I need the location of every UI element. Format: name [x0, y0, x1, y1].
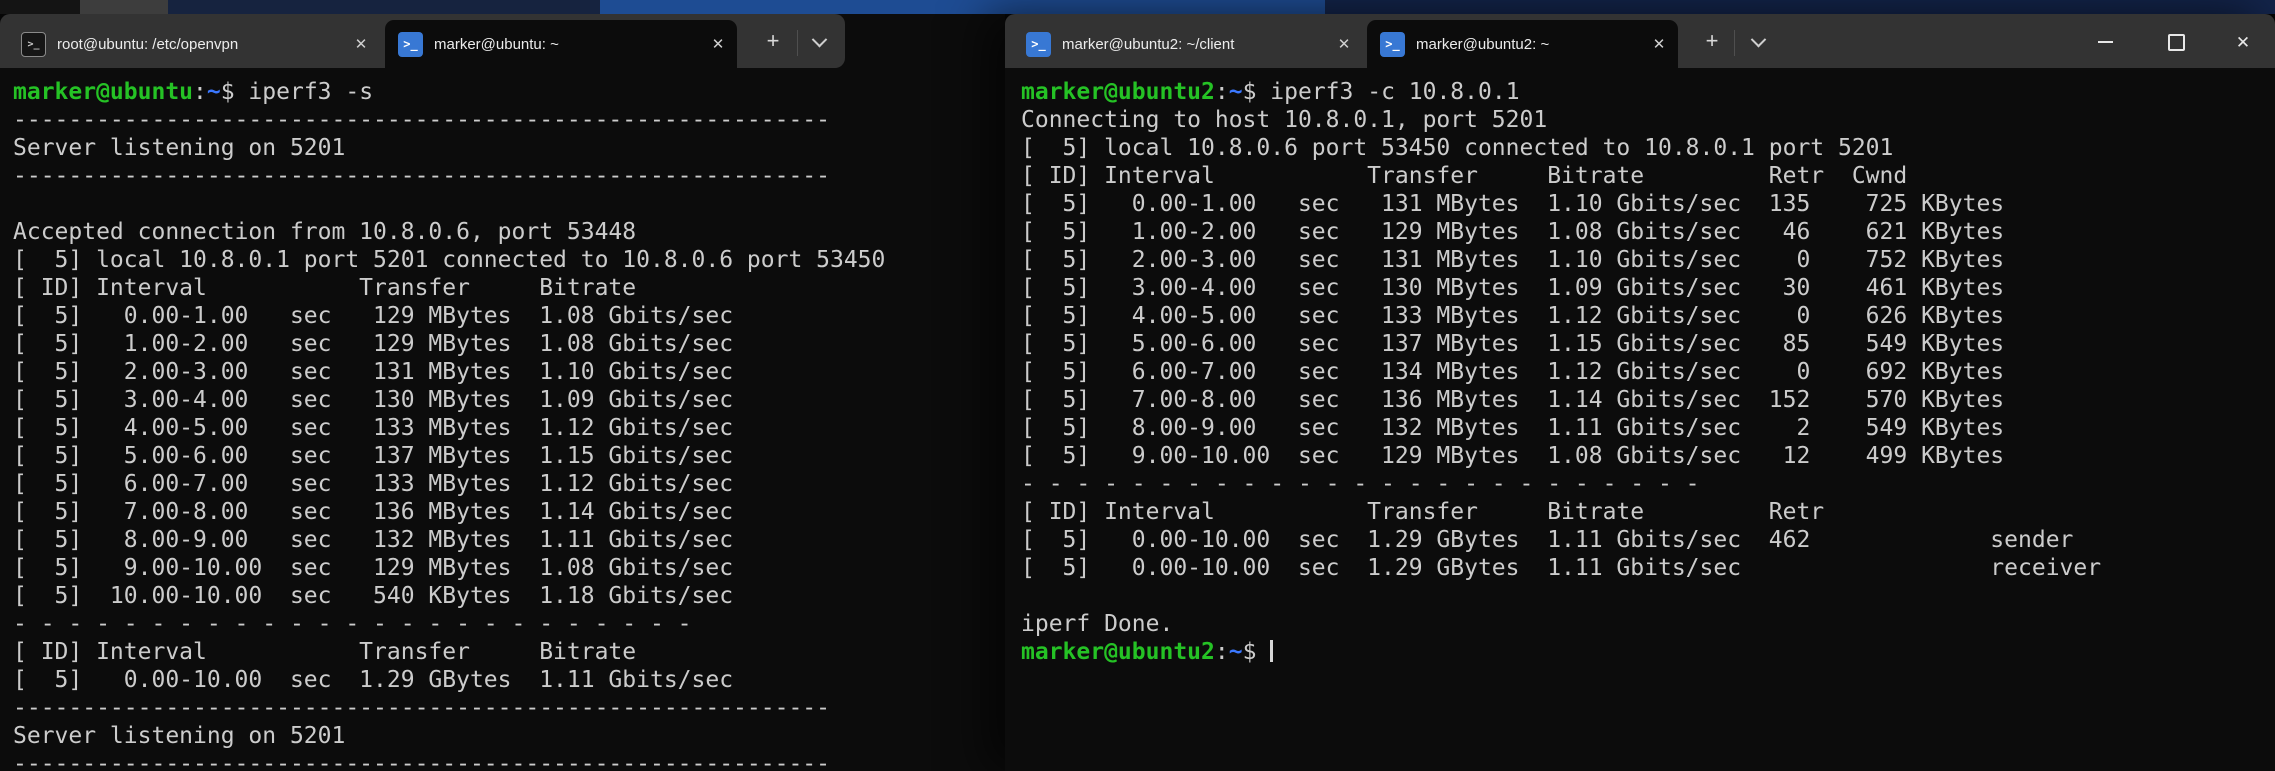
tab-dropdown-button[interactable]: [1741, 26, 1775, 58]
terminal-line: [ 5] 2.00-3.00 sec 131 MBytes 1.10 Gbits…: [1021, 246, 2275, 274]
terminal-line: [ 5] 5.00-6.00 sec 137 MBytes 1.15 Gbits…: [13, 442, 1005, 470]
terminal-line: [ 5] 8.00-9.00 sec 132 MBytes 1.11 Gbits…: [1021, 414, 2275, 442]
tab-marker-ubuntu[interactable]: >_ marker@ubuntu: ~ ✕: [385, 20, 737, 68]
terminal-line: [ 5] 10.00-10.00 sec 540 KBytes 1.18 Gbi…: [13, 582, 1005, 610]
new-tab-button[interactable]: +: [1695, 26, 1729, 58]
terminal-line: [ 5] 4.00-5.00 sec 133 MBytes 1.12 Gbits…: [13, 414, 1005, 442]
terminal-line: - - - - - - - - - - - - - - - - - - - - …: [1021, 470, 2275, 498]
terminal-line: [ 5] 5.00-6.00 sec 137 MBytes 1.15 Gbits…: [1021, 330, 2275, 358]
terminal-line: [ 5] 7.00-8.00 sec 136 MBytes 1.14 Gbits…: [1021, 386, 2275, 414]
text-cursor: [1270, 640, 1273, 662]
minimize-button[interactable]: [2082, 22, 2128, 62]
tab-bar: >_ root@ubuntu: /etc/openvpn ✕ >_ marker…: [0, 14, 845, 68]
terminal-line: Accepted connection from 10.8.0.6, port …: [13, 218, 1005, 246]
terminal-line: [ 5] local 10.8.0.1 port 5201 connected …: [13, 246, 1005, 274]
minimize-icon: [2098, 41, 2113, 43]
terminal-line: marker@ubuntu2:~$: [1021, 638, 2275, 666]
terminal-line: [ 5] 3.00-4.00 sec 130 MBytes 1.09 Gbits…: [13, 386, 1005, 414]
tab-marker-ubuntu2-client[interactable]: >_ marker@ubuntu2: ~/client ✕: [1013, 20, 1363, 68]
background-window-strip: [0, 0, 80, 14]
terminal-window-client: >_ marker@ubuntu2: ~/client ✕ >_ marker@…: [1005, 14, 2275, 771]
tab-bar: >_ marker@ubuntu2: ~/client ✕ >_ marker@…: [1005, 14, 2275, 68]
terminal-line: [ ID] Interval Transfer Bitrate Retr: [1021, 498, 2275, 526]
terminal-line: [ 5] 2.00-3.00 sec 131 MBytes 1.10 Gbits…: [13, 358, 1005, 386]
new-tab-button[interactable]: +: [756, 26, 790, 58]
terminal-line: [ 5] 1.00-2.00 sec 129 MBytes 1.08 Gbits…: [13, 330, 1005, 358]
background-window-strip: [1325, 0, 2275, 14]
terminal-line: [ ID] Interval Transfer Bitrate: [13, 638, 1005, 666]
terminal-line: ----------------------------------------…: [13, 106, 1005, 134]
maximize-icon: [2168, 34, 2185, 51]
background-window-strip: [168, 0, 600, 14]
terminal-output-client[interactable]: marker@ubuntu2:~$ iperf3 -c 10.8.0.1Conn…: [1005, 68, 2275, 771]
terminal-output-server[interactable]: marker@ubuntu:~$ iperf3 -s--------------…: [0, 68, 1005, 771]
maximize-button[interactable]: [2153, 22, 2199, 62]
terminal-line: [ 5] 7.00-8.00 sec 136 MBytes 1.14 Gbits…: [13, 498, 1005, 526]
terminal-line: [13, 190, 1005, 218]
powershell-icon: >_: [398, 32, 423, 57]
tab-title: marker@ubuntu2: ~/client: [1062, 36, 1329, 53]
terminal-line: [ 5] 6.00-7.00 sec 134 MBytes 1.12 Gbits…: [1021, 358, 2275, 386]
terminal-line: [ 5] 9.00-10.00 sec 129 MBytes 1.08 Gbit…: [1021, 442, 2275, 470]
terminal-line: [1021, 582, 2275, 610]
terminal-line: [ 5] 1.00-2.00 sec 129 MBytes 1.08 Gbits…: [1021, 218, 2275, 246]
terminal-line: Server listening on 5201: [13, 722, 1005, 750]
terminal-line: [ 5] 0.00-1.00 sec 129 MBytes 1.08 Gbits…: [13, 302, 1005, 330]
terminal-line: [ ID] Interval Transfer Bitrate Retr Cwn…: [1021, 162, 2275, 190]
console-icon: >_: [21, 32, 46, 57]
background-window-strip: [600, 0, 1325, 14]
terminal-line: ----------------------------------------…: [13, 162, 1005, 190]
terminal-line: Connecting to host 10.8.0.1, port 5201: [1021, 106, 2275, 134]
terminal-line: [ 5] 4.00-5.00 sec 133 MBytes 1.12 Gbits…: [1021, 302, 2275, 330]
terminal-line: - - - - - - - - - - - - - - - - - - - - …: [13, 610, 1005, 638]
terminal-line: [ 5] 3.00-4.00 sec 130 MBytes 1.09 Gbits…: [1021, 274, 2275, 302]
close-window-button[interactable]: ✕: [2220, 22, 2266, 62]
tab-marker-ubuntu2[interactable]: >_ marker@ubuntu2: ~ ✕: [1367, 20, 1678, 68]
powershell-icon: >_: [1026, 32, 1051, 57]
terminal-line: [ 5] 0.00-10.00 sec 1.29 GBytes 1.11 Gbi…: [1021, 526, 2275, 554]
terminal-line: ----------------------------------------…: [13, 750, 1005, 771]
divider: [1734, 30, 1735, 56]
terminal-line: marker@ubuntu2:~$ iperf3 -c 10.8.0.1: [1021, 78, 2275, 106]
close-tab-icon[interactable]: ✕: [703, 35, 733, 53]
terminal-line: [ ID] Interval Transfer Bitrate: [13, 274, 1005, 302]
terminal-line: iperf Done.: [1021, 610, 2275, 638]
tab-root-openvpn[interactable]: >_ root@ubuntu: /etc/openvpn ✕: [8, 20, 380, 68]
background-window-strip: [80, 0, 168, 14]
powershell-icon: >_: [1380, 32, 1405, 57]
tab-title: root@ubuntu: /etc/openvpn: [57, 36, 346, 53]
terminal-line: marker@ubuntu:~$ iperf3 -s: [13, 78, 1005, 106]
terminal-line: [ 5] 0.00-10.00 sec 1.29 GBytes 1.11 Gbi…: [1021, 554, 2275, 582]
terminal-line: [ 5] 0.00-1.00 sec 131 MBytes 1.10 Gbits…: [1021, 190, 2275, 218]
tab-title: marker@ubuntu: ~: [434, 36, 703, 53]
terminal-window-server: >_ root@ubuntu: /etc/openvpn ✕ >_ marker…: [0, 14, 1005, 771]
close-tab-icon[interactable]: ✕: [1644, 35, 1674, 53]
close-tab-icon[interactable]: ✕: [346, 35, 376, 53]
terminal-line: ----------------------------------------…: [13, 694, 1005, 722]
tab-title: marker@ubuntu2: ~: [1416, 36, 1644, 53]
chevron-down-icon: [1750, 31, 1766, 47]
tab-dropdown-button[interactable]: [802, 26, 836, 58]
terminal-line: [ 5] 9.00-10.00 sec 129 MBytes 1.08 Gbit…: [13, 554, 1005, 582]
terminal-line: [ 5] 6.00-7.00 sec 133 MBytes 1.12 Gbits…: [13, 470, 1005, 498]
terminal-line: [ 5] 8.00-9.00 sec 132 MBytes 1.11 Gbits…: [13, 526, 1005, 554]
terminal-line: Server listening on 5201: [13, 134, 1005, 162]
divider: [797, 30, 798, 56]
terminal-line: [ 5] local 10.8.0.6 port 53450 connected…: [1021, 134, 2275, 162]
terminal-line: [ 5] 0.00-10.00 sec 1.29 GBytes 1.11 Gbi…: [13, 666, 1005, 694]
chevron-down-icon: [811, 31, 827, 47]
close-tab-icon[interactable]: ✕: [1329, 35, 1359, 53]
